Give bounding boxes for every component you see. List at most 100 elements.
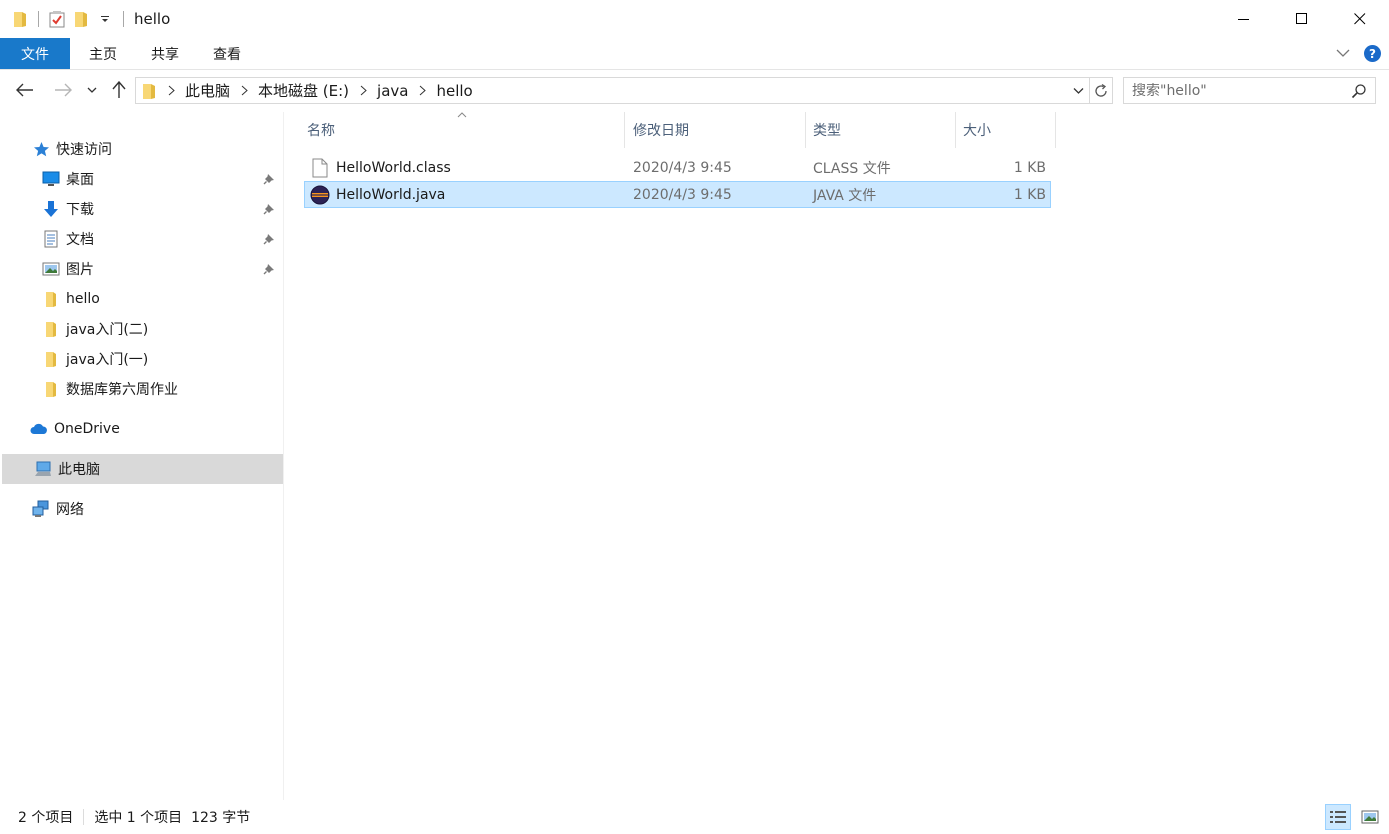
breadcrumb-local-disk[interactable]: 本地磁盘 (E:) bbox=[255, 80, 352, 101]
ribbon-tabs: 文件 主页 共享 查看 ? bbox=[0, 38, 1389, 70]
toolbar-separator bbox=[123, 11, 124, 27]
breadcrumb-java[interactable]: java bbox=[374, 82, 411, 100]
chevron-right-icon[interactable] bbox=[415, 85, 429, 96]
sidebar-item-pictures[interactable]: 图片 bbox=[0, 254, 281, 284]
table-row[interactable]: HelloWorld.java 2020/4/3 9:45 JAVA 文件 1 … bbox=[304, 181, 1051, 208]
tab-file[interactable]: 文件 bbox=[0, 38, 70, 69]
chevron-right-icon[interactable] bbox=[164, 85, 178, 96]
sidebar-item-label: 网络 bbox=[56, 502, 84, 518]
file-type: CLASS 文件 bbox=[813, 160, 891, 177]
sidebar-item-quick-access[interactable]: 快速访问 bbox=[0, 134, 281, 164]
sidebar-item-hello[interactable]: hello bbox=[0, 284, 281, 314]
pin-icon[interactable] bbox=[261, 231, 277, 247]
cloud-icon bbox=[30, 420, 48, 438]
sidebar-item-documents[interactable]: 文档 bbox=[0, 224, 281, 254]
new-folder-icon[interactable] bbox=[71, 9, 91, 29]
file-name-cell: HelloWorld.class bbox=[310, 155, 451, 180]
picture-icon bbox=[42, 260, 60, 278]
sidebar-item-java-1[interactable]: java入门(一) bbox=[0, 344, 281, 374]
selection-info: 选中 1 个项目 123 字节 bbox=[94, 810, 251, 826]
recent-locations-button[interactable] bbox=[82, 78, 102, 102]
sidebar-item-java-2[interactable]: java入门(二) bbox=[0, 314, 281, 344]
tab-view[interactable]: 查看 bbox=[196, 38, 258, 69]
sidebar-item-label: 桌面 bbox=[66, 172, 94, 188]
sidebar-item-label: 图片 bbox=[66, 262, 94, 278]
column-header-type[interactable]: 类型 bbox=[806, 112, 956, 148]
arrow-left-icon bbox=[16, 83, 33, 97]
minimize-button[interactable] bbox=[1215, 0, 1273, 38]
large-icons-view-icon bbox=[1361, 810, 1379, 824]
file-type: JAVA 文件 bbox=[813, 187, 877, 204]
refresh-button[interactable] bbox=[1090, 77, 1113, 104]
folder-icon bbox=[42, 350, 60, 368]
large-icons-view-button[interactable] bbox=[1357, 804, 1383, 830]
toolbar-separator bbox=[38, 11, 39, 27]
back-button[interactable] bbox=[13, 78, 37, 102]
item-count: 2 个项目 bbox=[18, 810, 74, 826]
customize-toolbar-dropdown-icon[interactable] bbox=[95, 9, 115, 29]
blank-file-icon bbox=[310, 158, 330, 178]
close-button[interactable] bbox=[1331, 0, 1389, 38]
help-button[interactable]: ? bbox=[1364, 45, 1381, 62]
file-name: HelloWorld.java bbox=[336, 186, 446, 203]
sidebar-item-downloads[interactable]: 下载 bbox=[0, 194, 281, 224]
sidebar-item-label: 快速访问 bbox=[56, 142, 112, 158]
java-file-icon bbox=[310, 185, 330, 205]
file-date: 2020/4/3 9:45 bbox=[633, 159, 732, 176]
address-dropdown-button[interactable] bbox=[1067, 78, 1089, 103]
maximize-button[interactable] bbox=[1273, 0, 1331, 38]
maximize-icon bbox=[1296, 13, 1307, 24]
ribbon-right: ? bbox=[1336, 38, 1381, 69]
computer-icon bbox=[34, 460, 52, 478]
close-icon bbox=[1354, 13, 1366, 25]
forward-button[interactable] bbox=[51, 78, 75, 102]
breadcrumb-hello[interactable]: hello bbox=[433, 82, 475, 100]
quick-access-toolbar: hello bbox=[0, 0, 170, 38]
window-title: hello bbox=[134, 10, 171, 28]
sidebar-item-desktop[interactable]: 桌面 bbox=[0, 164, 281, 194]
sidebar-item-label: 文档 bbox=[66, 232, 94, 248]
document-icon bbox=[42, 230, 60, 248]
chevron-right-icon[interactable] bbox=[356, 85, 370, 96]
chevron-right-icon[interactable] bbox=[237, 85, 251, 96]
expand-ribbon-button[interactable] bbox=[1336, 46, 1350, 62]
sidebar-item-this-pc[interactable]: 此电脑 bbox=[2, 454, 283, 484]
sidebar-item-label: 下载 bbox=[66, 202, 94, 218]
breadcrumb-this-pc[interactable]: 此电脑 bbox=[182, 80, 233, 101]
up-button[interactable] bbox=[107, 78, 131, 102]
title-bar: hello bbox=[0, 0, 1389, 38]
sidebar-item-network[interactable]: 网络 bbox=[0, 494, 281, 524]
column-header-size[interactable]: 大小 bbox=[956, 112, 1056, 148]
sidebar-item-onedrive[interactable]: OneDrive bbox=[0, 414, 281, 444]
details-view-button[interactable] bbox=[1325, 804, 1351, 830]
search-input[interactable] bbox=[1132, 82, 1342, 99]
sidebar-item-label: OneDrive bbox=[54, 421, 120, 437]
chevron-down-icon bbox=[1336, 49, 1350, 57]
properties-icon[interactable] bbox=[47, 9, 67, 29]
view-switcher bbox=[1325, 804, 1383, 830]
folder-icon bbox=[42, 320, 60, 338]
pin-icon[interactable] bbox=[261, 261, 277, 277]
address-bar[interactable]: 此电脑 本地磁盘 (E:) java hello bbox=[135, 77, 1090, 104]
table-row[interactable]: HelloWorld.class 2020/4/3 9:45 CLASS 文件 … bbox=[304, 154, 1051, 181]
sidebar-item-label: java入门(一) bbox=[66, 352, 149, 368]
search-box[interactable] bbox=[1123, 77, 1376, 104]
pin-icon[interactable] bbox=[261, 171, 277, 187]
sidebar-item-database-homework[interactable]: 数据库第六周作业 bbox=[0, 374, 281, 404]
column-header-name[interactable]: 名称 bbox=[300, 112, 625, 148]
file-name-cell: HelloWorld.java bbox=[310, 182, 445, 207]
tab-home[interactable]: 主页 bbox=[72, 38, 134, 69]
window-controls bbox=[1215, 0, 1389, 38]
tab-share[interactable]: 共享 bbox=[134, 38, 196, 69]
search-icon[interactable] bbox=[1351, 83, 1367, 99]
sidebar-item-label: 此电脑 bbox=[58, 462, 100, 478]
folder-icon bbox=[42, 290, 60, 308]
pin-icon[interactable] bbox=[261, 201, 277, 217]
file-date: 2020/4/3 9:45 bbox=[633, 186, 732, 203]
download-icon bbox=[42, 200, 60, 218]
folder-icon bbox=[138, 82, 160, 100]
star-icon bbox=[32, 140, 50, 158]
file-list: 名称 修改日期 类型 大小 HelloWorld.class 2020/4/3 … bbox=[285, 112, 1389, 800]
navigation-pane: 快速访问 桌面 下载 文档 图片 hello java入门(二) java入门(… bbox=[0, 112, 284, 800]
column-header-date[interactable]: 修改日期 bbox=[626, 112, 806, 148]
